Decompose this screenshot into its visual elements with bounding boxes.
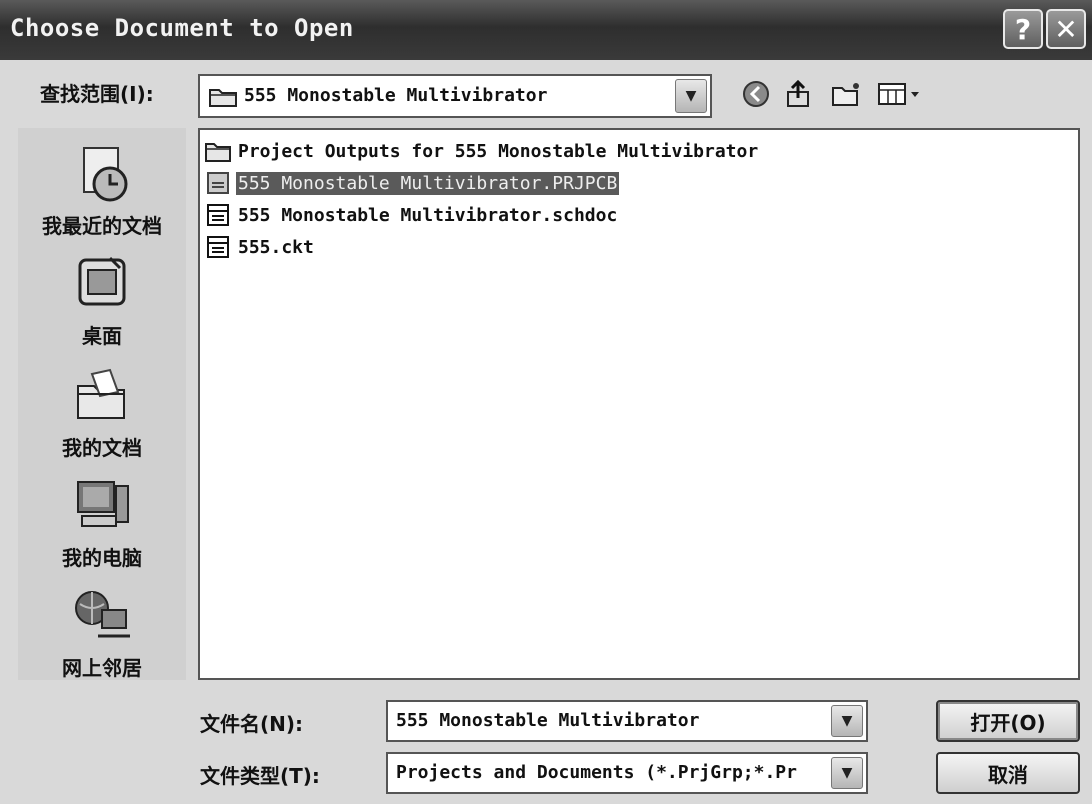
cancel-button[interactable]: 取消 <box>936 752 1080 794</box>
schematic-file-icon <box>207 204 229 226</box>
place-label: 网上邻居 <box>62 656 142 680</box>
chevron-down-icon[interactable]: ▼ <box>675 79 707 113</box>
file-name-value: 555 Monostable Multivibrator <box>396 710 700 731</box>
help-button[interactable]: ? <box>1003 9 1043 49</box>
place-recent-documents[interactable]: 我最近的文档 <box>18 136 186 246</box>
new-folder-icon[interactable] <box>828 76 864 112</box>
file-type-dropdown[interactable]: Projects and Documents (*.PrjGrp;*.Pr ▼ <box>386 752 868 794</box>
list-item-file[interactable]: 555.ckt <box>204 232 316 262</box>
file-name: Project Outputs for 555 Monostable Multi… <box>238 140 759 162</box>
file-type-label: 文件类型(T): <box>200 764 320 788</box>
folder-icon <box>209 89 237 107</box>
look-in-value: 555 Monostable Multivibrator <box>244 85 548 106</box>
file-list[interactable]: Project Outputs for 555 Monostable Multi… <box>198 128 1080 680</box>
chevron-down-icon[interactable]: ▼ <box>831 757 863 789</box>
up-folder-icon[interactable] <box>780 76 816 112</box>
my-documents-icon <box>77 368 125 419</box>
look-in-dropdown[interactable]: 555 Monostable Multivibrator ▼ <box>198 74 712 118</box>
folder-icon <box>205 143 231 162</box>
circuit-file-icon <box>207 236 229 258</box>
place-label: 我的电脑 <box>62 546 142 570</box>
file-name: 555 Monostable Multivibrator.PRJPCB <box>236 171 620 195</box>
look-in-label: 查找范围(I): <box>40 82 154 106</box>
file-name-label: 文件名(N): <box>200 712 304 736</box>
list-item-file-selected[interactable]: 555 Monostable Multivibrator.PRJPCB <box>204 168 620 198</box>
file-name: 555.ckt <box>238 236 314 258</box>
file-name-field[interactable]: 555 Monostable Multivibrator ▼ <box>386 700 868 742</box>
recent-documents-icon <box>83 147 128 202</box>
place-network[interactable]: 网上邻居 <box>18 578 186 688</box>
places-bar: 我最近的文档 桌面 我的文档 我的电脑 网上邻居 <box>18 128 186 680</box>
place-my-documents[interactable]: 我的文档 <box>18 358 186 468</box>
place-desktop[interactable]: 桌面 <box>18 246 186 356</box>
desktop-icon <box>78 256 126 306</box>
close-button[interactable]: ✕ <box>1046 9 1086 49</box>
chevron-down-icon[interactable]: ▼ <box>831 705 863 737</box>
file-type-value: Projects and Documents (*.PrjGrp;*.Pr <box>396 762 797 783</box>
list-item-file[interactable]: 555 Monostable Multivibrator.schdoc <box>204 200 619 230</box>
back-icon[interactable] <box>738 76 774 112</box>
file-name: 555 Monostable Multivibrator.schdoc <box>238 204 618 226</box>
my-computer-icon <box>77 481 129 527</box>
view-menu-icon[interactable] <box>874 76 922 112</box>
place-label: 我的文档 <box>62 436 142 460</box>
title-bar: Choose Document to Open ? ✕ <box>0 0 1092 60</box>
place-my-computer[interactable]: 我的电脑 <box>18 468 186 578</box>
network-places-icon <box>75 591 130 638</box>
open-button[interactable]: 打开(O) <box>936 700 1080 742</box>
project-file-icon <box>207 172 229 194</box>
place-label: 我最近的文档 <box>42 214 162 238</box>
list-item-folder[interactable]: Project Outputs for 555 Monostable Multi… <box>204 136 760 166</box>
window-title: Choose Document to Open <box>10 14 354 42</box>
place-label: 桌面 <box>82 324 122 348</box>
